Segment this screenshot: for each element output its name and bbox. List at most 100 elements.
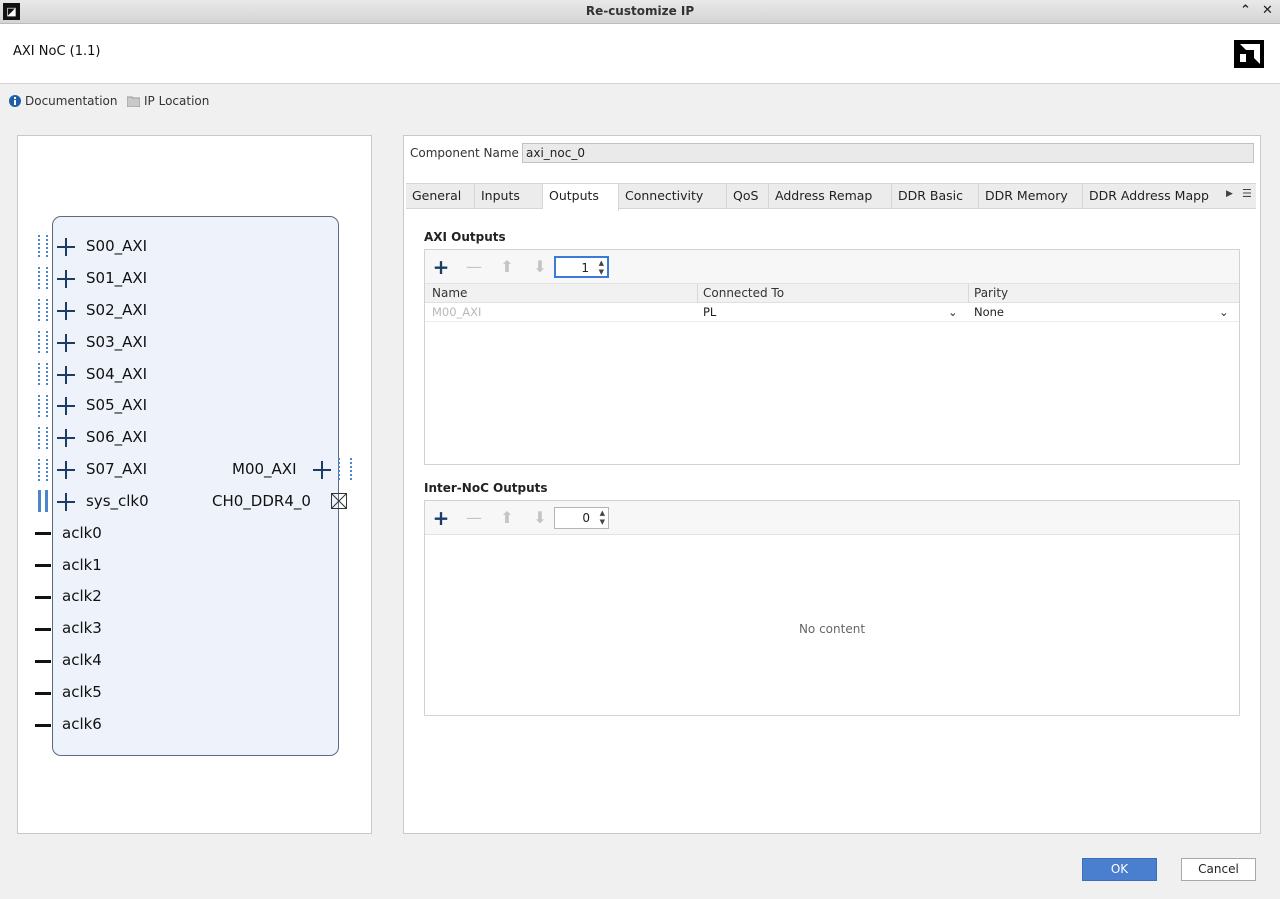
expand-port-icon[interactable] [57,461,75,479]
spinner-arrows-icon[interactable]: ▲ ▼ [600,509,605,527]
port-aclk0: aclk0 [62,524,102,542]
port-sys-clk0: sys_clk0 [86,492,149,510]
column-parity: Parity [974,286,1009,300]
table-row[interactable]: M00_AXI PL ⌄ None ⌄ [425,303,1239,322]
expand-port-icon[interactable] [57,334,75,352]
empty-state-text: No content [798,622,866,636]
column-name: Name [432,286,468,300]
documentation-link[interactable]: Documentation [9,94,118,110]
port-s02-axi: S02_AXI [86,301,148,319]
ip-block [52,216,339,756]
port-bus-icon [38,267,48,289]
tab-qos[interactable]: QoS [727,184,769,209]
axi-outputs-toolbar: + — ⬆ ⬇ 1 ▲ ▼ [425,250,1239,284]
move-up-icon[interactable]: ⬆ [497,257,517,277]
remove-icon[interactable]: — [464,257,484,277]
expand-port-icon[interactable] [57,493,75,511]
move-down-icon[interactable]: ⬇ [530,508,550,528]
tab-outputs[interactable]: Outputs [543,184,619,211]
close-icon[interactable]: ✕ [1262,3,1273,18]
port-s04-axi: S04_AXI [86,365,148,383]
axi-outputs-header: Name Connected To Parity [425,284,1239,303]
ip-location-link[interactable]: IP Location [126,94,210,110]
add-icon[interactable]: + [431,257,451,277]
config-panel: Component Name axi_noc_0 General Inputs … [403,135,1261,834]
folder-icon [126,96,141,110]
amd-logo-icon [1234,40,1264,68]
tab-connectivity[interactable]: Connectivity [619,184,727,209]
pin-wire [35,692,51,695]
expand-port-icon[interactable] [57,366,75,384]
column-connected-to: Connected To [703,286,785,300]
pin-wire [35,564,51,567]
spinner-arrows-icon[interactable]: ▲ ▼ [599,259,604,277]
ip-symbol-panel: S00_AXI S01_AXI S02_AXI S03_AXI S04_AXI … [17,135,372,834]
axi-outputs-count-spinner[interactable]: 1 ▲ ▼ [554,256,609,278]
cancel-button[interactable]: Cancel [1181,858,1256,881]
port-aclk1: aclk1 [62,556,102,574]
internoc-outputs-count-spinner[interactable]: 0 ▲ ▼ [554,507,609,529]
tab-scroll-right-icon[interactable]: ▶ [1226,189,1233,199]
port-s00-axi: S00_AXI [86,237,148,255]
tab-general[interactable]: General [406,184,475,209]
port-s01-axi: S01_AXI [86,269,148,287]
port-bus-icon [38,459,48,481]
ip-location-label: IP Location [144,94,210,108]
port-aclk4: aclk4 [62,651,102,669]
move-down-icon[interactable]: ⬇ [530,257,550,277]
internoc-outputs-table: + — ⬆ ⬇ 0 ▲ ▼ No content [424,500,1240,716]
expand-port-icon[interactable] [57,397,75,415]
port-s03-axi: S03_AXI [86,333,148,351]
port-aclk3: aclk3 [62,619,102,637]
expand-port-icon[interactable] [57,302,75,320]
port-m00-axi: M00_AXI [232,460,297,478]
tab-menu-icon[interactable]: ☰ [1242,187,1252,200]
remove-icon[interactable]: — [464,508,484,528]
port-aclk5: aclk5 [62,683,102,701]
component-name-field[interactable]: axi_noc_0 [522,143,1254,163]
internoc-outputs-toolbar: + — ⬆ ⬇ 0 ▲ ▼ [425,501,1239,535]
spinner-value: 1 [581,261,589,275]
pin-wire [35,596,51,599]
tab-ddr-memory[interactable]: DDR Memory [979,184,1083,209]
pin-wire [35,724,51,727]
internoc-outputs-title: Inter-NoC Outputs [424,481,548,495]
port-s05-axi: S05_AXI [86,396,148,414]
expand-port-icon[interactable] [57,270,75,288]
row-name: M00_AXI [432,305,482,319]
ok-button[interactable]: OK [1082,858,1157,881]
window-titlebar: ◪ Re-customize IP ⌃ ✕ [0,0,1280,24]
expand-port-icon[interactable] [313,461,331,479]
tab-address-remap[interactable]: Address Remap [769,184,892,209]
tab-ddr-basic[interactable]: DDR Basic [892,184,979,209]
port-bus-icon [38,299,48,321]
port-s07-axi: S07_AXI [86,460,148,478]
port-bus-icon [38,395,48,417]
component-name-label: Component Name [410,146,519,160]
axi-outputs-title: AXI Outputs [424,230,506,244]
tab-ddr-address-mapping[interactable]: DDR Address Mapp [1083,184,1224,209]
link-bar: Documentation IP Location [0,85,1280,117]
info-icon [9,95,21,110]
chevron-down-icon[interactable]: ⌄ [948,305,958,319]
port-s06-axi: S06_AXI [86,428,148,446]
port-bus-icon [338,458,352,480]
row-parity[interactable]: None [974,305,1004,319]
ddr-port-icon [331,493,347,509]
tab-inputs[interactable]: Inputs [475,184,543,209]
expand-port-icon[interactable] [57,429,75,447]
chevron-down-icon[interactable]: ⌄ [1219,305,1229,319]
port-bus-icon [38,427,48,449]
pin-wire [35,532,51,535]
port-ch0-ddr4-0: CH0_DDR4_0 [212,492,311,510]
expand-port-icon[interactable] [57,238,75,256]
move-up-icon[interactable]: ⬆ [497,508,517,528]
port-bus-icon [38,235,48,257]
column-separator [968,284,969,303]
add-icon[interactable]: + [431,508,451,528]
row-connected-to[interactable]: PL [703,305,716,319]
spinner-value: 0 [582,511,590,525]
column-separator [697,284,698,303]
pin-wire [35,628,51,631]
minimize-icon[interactable]: ⌃ [1240,3,1251,18]
